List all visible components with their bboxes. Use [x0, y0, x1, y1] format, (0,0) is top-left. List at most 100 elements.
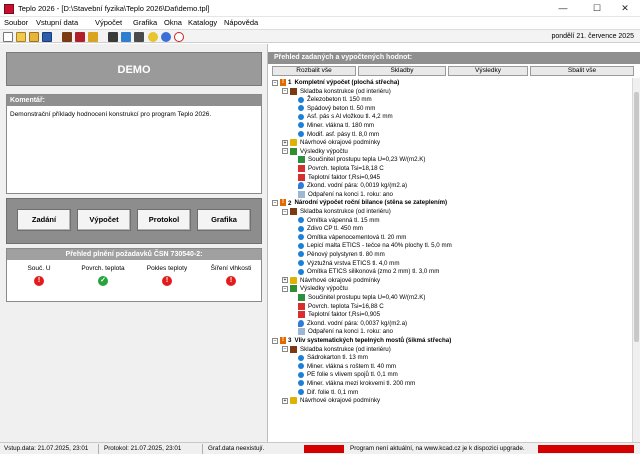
section-number: 1: [288, 79, 292, 87]
vertical-scrollbar[interactable]: [632, 78, 640, 442]
material-icon: [298, 354, 304, 361]
tree-layer-item[interactable]: Lepicí malta ETICS - tečce na 40% plochy…: [298, 242, 452, 250]
menu-vstupni-data[interactable]: Vstupní data: [36, 18, 78, 27]
tree-result-item[interactable]: Zkond. vodní pára: 0,0019 kg/(m2.a): [298, 182, 407, 190]
tree-layer-item[interactable]: Dif. folie tl. 0,1 mm: [298, 389, 358, 397]
result-label: Teplotní faktor f,Rsi=0,945: [308, 173, 381, 181]
chart-icon[interactable]: [121, 32, 131, 42]
tree-result-item[interactable]: Povrch. teplota Tsi=16,88 C: [298, 302, 384, 311]
tree-section[interactable]: −! 3 Vliv systematických tepelných mostů (…: [272, 337, 451, 345]
grafika-button[interactable]: Grafika: [197, 209, 251, 231]
tree-section[interactable]: −! 1 Kompletní výpočet (plochá střecha): [272, 79, 399, 87]
info-icon[interactable]: [161, 32, 171, 42]
section-number: 2: [288, 199, 292, 207]
conditions-icon: [290, 139, 297, 147]
layer-label: Miner. vlákna s roštem tl. 40 mm: [307, 362, 397, 370]
tree-section[interactable]: −! 2 Národní výpočet roční bilance (stěna …: [272, 199, 447, 207]
menu-napoveda[interactable]: Nápověda: [224, 18, 258, 27]
chat-icon[interactable]: [174, 32, 184, 42]
tree-result-item[interactable]: Odpaření na konci 1. roku: ano: [298, 190, 393, 199]
save-icon[interactable]: [42, 32, 52, 42]
close-button[interactable]: ✕: [610, 2, 640, 15]
tree-result-item[interactable]: Teplotní faktor f,Rsi=0,905: [298, 311, 380, 319]
minimize-button[interactable]: —: [548, 2, 578, 15]
tree-group[interactable]: − Výsledky výpočtu: [282, 147, 348, 156]
tree-group[interactable]: + Návrhové okrajové podmínky: [282, 276, 380, 285]
collapse-all-button[interactable]: Sbalit vše: [530, 66, 634, 76]
tree-result-item[interactable]: Odpaření na konci 1. roku: ano: [298, 328, 393, 336]
tree-layer-item[interactable]: Omítka vápenná tl. 15 mm: [298, 217, 380, 225]
layers-tab[interactable]: Skladby: [358, 66, 446, 76]
tree-result-item[interactable]: Součinitel prostupu tepla U=0,23 W/(m2.K…: [298, 156, 425, 164]
collapse-icon[interactable]: −: [272, 199, 278, 206]
layer-label: Miner. vlákna tl. 180 mm: [307, 122, 375, 129]
tree-layer-item[interactable]: Miner. vlákna mezi krokvemi tl. 200 mm: [298, 380, 415, 388]
tools2-icon[interactable]: [134, 32, 144, 42]
results-tab[interactable]: Výsledky: [448, 66, 528, 76]
tree-layer-item[interactable]: Omítka ETICS silikonová (zmo 2 mm) tl. 3…: [298, 268, 439, 276]
layer-label: Miner. vlákna mezi krokvemi tl. 200 mm: [307, 380, 416, 387]
new-file-icon[interactable]: [3, 32, 13, 42]
expand-all-button[interactable]: Rozbalit vše: [272, 66, 356, 76]
expander-icon[interactable]: −: [282, 346, 288, 353]
collapse-icon[interactable]: −: [272, 79, 278, 86]
book-icon[interactable]: [75, 32, 85, 42]
layer-icon[interactable]: [62, 32, 72, 42]
tree-layer-item[interactable]: Pěnový polystyren tl. 80 mm: [298, 251, 385, 259]
results-tree[interactable]: −! 1 Kompletní výpočet (plochá střecha) − Sk…: [268, 78, 632, 442]
tree-result-item[interactable]: Zkond. vodní pára: 0,0037 kg/(m2.a): [298, 319, 407, 328]
tree-layer-item[interactable]: Výztužná vrstva ETICS tl. 4,0 mm: [298, 260, 400, 268]
check-souc-u: Souč. U !: [7, 265, 71, 286]
help-icon[interactable]: [148, 32, 158, 42]
result-label: Odpaření na konci 1. roku: ano: [308, 190, 393, 198]
tree-layer-item[interactable]: Asf. pás s Al vložkou tl. 4,2 mm: [298, 113, 393, 121]
comment-box[interactable]: Komentář: Demonstrační příklady hodnocen…: [6, 94, 262, 194]
tree-layer-item[interactable]: Sádrokarton tl. 13 mm: [298, 354, 368, 362]
tree-layer-item[interactable]: Miner. vlákna s roštem tl. 40 mm: [298, 363, 396, 371]
maximize-button[interactable]: ☐: [582, 2, 612, 15]
tree-group[interactable]: − Skladba konstrukce (od interiéru): [282, 345, 391, 354]
vypocet-button[interactable]: Výpočet: [77, 209, 131, 231]
tree-result-item[interactable]: Teplotní faktor f,Rsi=0,945: [298, 173, 381, 182]
tree-layer-item[interactable]: Spádový beton tl. 50 mm: [298, 105, 375, 113]
open-file-icon[interactable]: [16, 32, 26, 42]
expander-icon[interactable]: −: [282, 88, 288, 95]
expander-icon[interactable]: −: [282, 208, 288, 215]
material-icon: [298, 216, 304, 223]
tree-layer-item[interactable]: Miner. vlákna tl. 180 mm: [298, 122, 374, 130]
material-icon: [298, 371, 304, 378]
material-icon: [298, 96, 304, 103]
tree-group[interactable]: − Skladba konstrukce (od interiéru): [282, 208, 391, 216]
tree-layer-item[interactable]: Železobeton tl. 150 mm: [298, 96, 372, 104]
tree-result-item[interactable]: Povrch. teplota Tsi=18,18 C: [298, 165, 384, 173]
tree-group[interactable]: − Výsledky výpočtu: [282, 285, 348, 293]
menu-grafika[interactable]: Grafika: [133, 18, 157, 27]
tree-group[interactable]: + Návrhové okrajové podmínky: [282, 139, 380, 147]
menu-vypocet[interactable]: Výpočet: [95, 18, 122, 27]
open-folder-icon[interactable]: [29, 32, 39, 42]
calc-icon[interactable]: [108, 32, 118, 42]
menu-soubor[interactable]: Soubor: [4, 18, 28, 27]
tree-layer-item[interactable]: Omítka vápenocementová tl. 20 mm: [298, 234, 406, 242]
tree-layer-item[interactable]: Modif. asf. pásy tl. 8,0 mm: [298, 131, 379, 139]
zadani-button[interactable]: Zadání: [17, 209, 71, 231]
tree-group[interactable]: + Návrhové okrajové podmínky: [282, 397, 380, 405]
scroll-thumb[interactable]: [634, 92, 639, 342]
material-icon: [298, 122, 304, 129]
menu-katalogy[interactable]: Katalogy: [188, 18, 217, 27]
menu-okna[interactable]: Okna: [164, 18, 182, 27]
tree-layer-item[interactable]: PE folie s vlivem spojů tl. 0,1 mm: [298, 371, 398, 379]
expander-icon[interactable]: −: [282, 285, 288, 292]
collapse-icon[interactable]: −: [272, 337, 278, 344]
tree-result-item[interactable]: Součinitel prostupu tepla U=0,40 W/(m2.K…: [298, 294, 425, 302]
tools-icon[interactable]: [88, 32, 98, 42]
tree-layer-item[interactable]: Zdivo CP tl. 450 mm: [298, 225, 363, 233]
app-icon: [4, 4, 14, 14]
expander-icon[interactable]: +: [282, 139, 288, 146]
tree-group[interactable]: − Skladba konstrukce (od interiéru): [282, 87, 391, 96]
expander-icon[interactable]: +: [282, 397, 288, 404]
warning-icon: !: [280, 79, 286, 86]
protokol-button[interactable]: Protokol: [137, 209, 191, 231]
expander-icon[interactable]: −: [282, 148, 288, 155]
expander-icon[interactable]: +: [282, 277, 288, 284]
